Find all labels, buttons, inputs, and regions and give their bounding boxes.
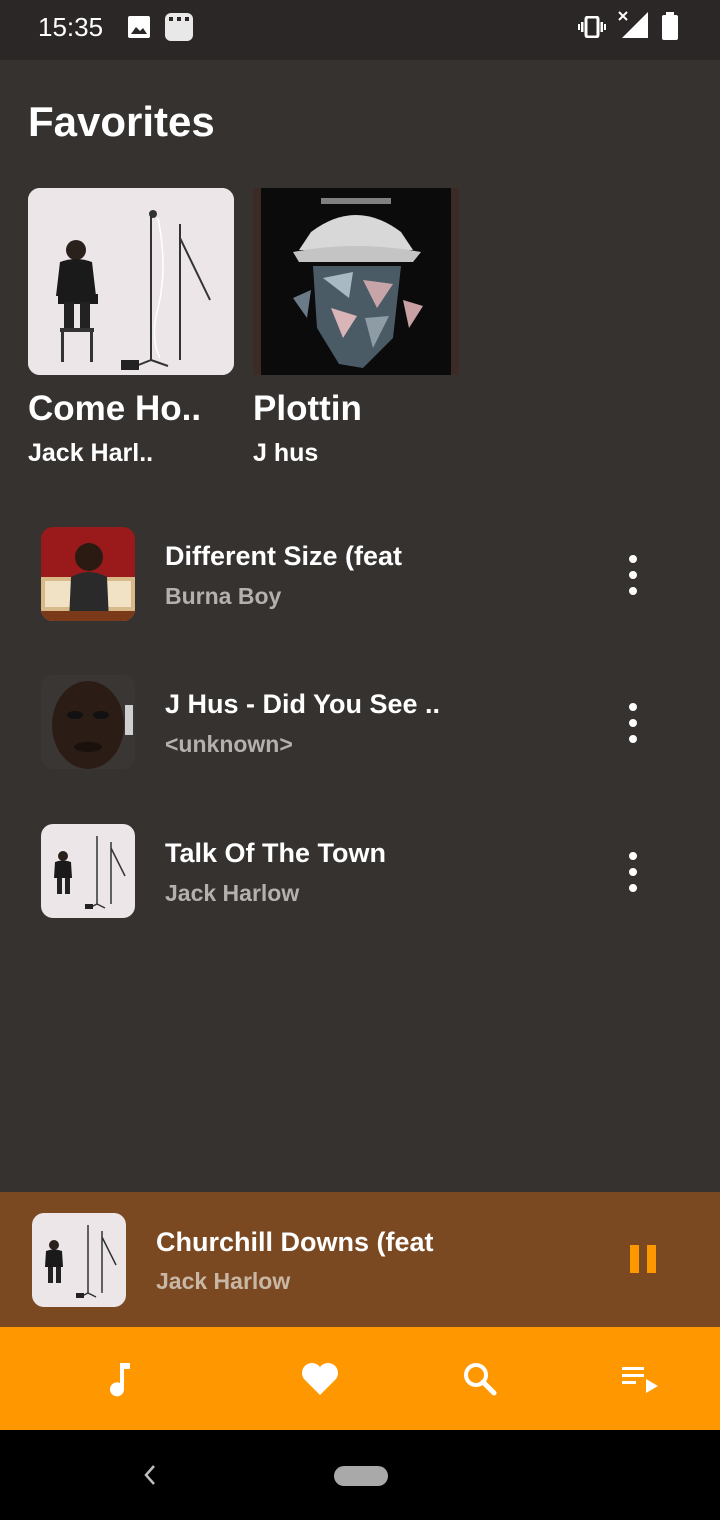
- favorite-card[interactable]: Come Ho.. Jack Harl..: [28, 188, 234, 468]
- system-nav-bar: [0, 1430, 720, 1520]
- battery-icon: [662, 12, 678, 40]
- page-title: Favorites: [28, 98, 215, 145]
- image-icon: [128, 16, 150, 38]
- favorite-title: Plottin: [253, 389, 362, 428]
- signal-no-data-icon: [618, 11, 648, 38]
- clapperboard-icon: [165, 13, 193, 41]
- home-pill-icon[interactable]: [334, 1466, 388, 1486]
- track-row[interactable]: Talk Of The Town Jack Harlow: [0, 824, 720, 924]
- pause-icon[interactable]: [630, 1245, 656, 1273]
- track-row[interactable]: Different Size (feat Burna Boy: [0, 527, 720, 627]
- favorite-card[interactable]: Plottin J hus: [253, 188, 459, 468]
- track-art: [41, 824, 135, 918]
- album-art: [253, 188, 459, 375]
- now-playing-art: [32, 1213, 126, 1307]
- now-playing-artist: Jack Harlow: [156, 1268, 291, 1294]
- now-playing-bar[interactable]: Churchill Downs (feat Jack Harlow: [0, 1192, 720, 1327]
- status-bar: 15:35: [0, 0, 720, 60]
- more-options-icon[interactable]: [618, 555, 648, 595]
- heart-icon[interactable]: [298, 1357, 342, 1401]
- favorite-artist: Jack Harl..: [28, 439, 154, 467]
- back-icon[interactable]: [138, 1460, 162, 1490]
- music-note-icon[interactable]: [98, 1357, 142, 1401]
- now-playing-title: Churchill Downs (feat: [156, 1227, 434, 1257]
- favorite-artist: J hus: [253, 439, 319, 467]
- status-time: 15:35: [38, 12, 104, 42]
- track-artist: Burna Boy: [165, 583, 282, 609]
- queue-play-icon[interactable]: [618, 1357, 662, 1401]
- track-art: [41, 527, 135, 621]
- more-options-icon[interactable]: [618, 852, 648, 892]
- favorite-title: Come Ho..: [28, 389, 202, 428]
- track-title: Different Size (feat: [165, 541, 403, 571]
- track-title: Talk Of The Town: [165, 838, 386, 868]
- track-artist: <unknown>: [165, 731, 293, 757]
- track-row[interactable]: J Hus - Did You See .. <unknown>: [0, 675, 720, 775]
- more-options-icon[interactable]: [618, 703, 648, 743]
- bottom-nav: [0, 1327, 720, 1430]
- track-art: [41, 675, 135, 769]
- vibrate-icon: [578, 16, 606, 38]
- search-icon[interactable]: [458, 1357, 502, 1401]
- track-title: J Hus - Did You See ..: [165, 689, 441, 719]
- album-art: [28, 188, 234, 375]
- track-artist: Jack Harlow: [165, 880, 300, 906]
